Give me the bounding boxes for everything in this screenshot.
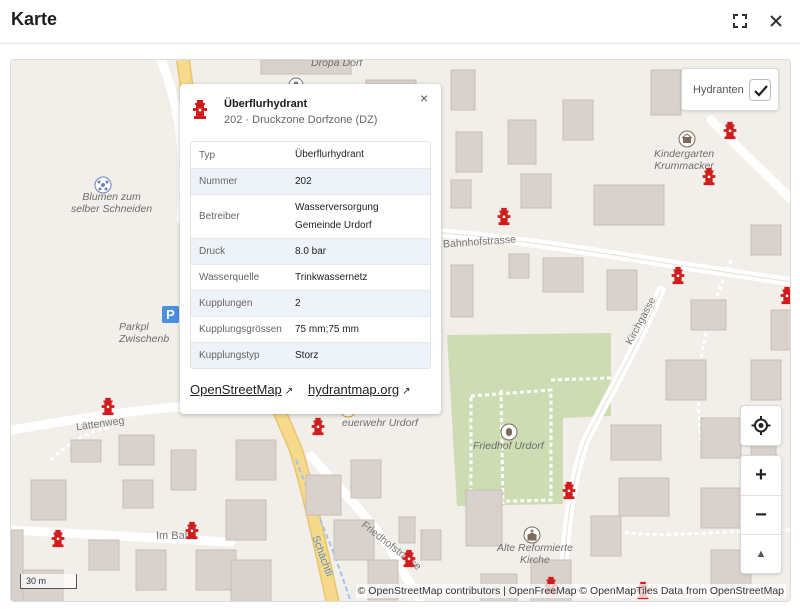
dialog-header: Karte [0,0,800,44]
details-row: Druck 8.0 bar [191,238,430,264]
details-key: Betreiber [199,211,240,222]
details-row: Nummer 202 [191,168,430,194]
dialog-title: Karte [11,9,58,29]
geolocate-control [740,405,782,446]
hydrant-marker[interactable] [671,265,685,285]
label-kirche: Alte Reformierte Kirche [497,542,573,566]
close-icon [770,15,782,27]
hydrant-layer-control: Hydranten [681,68,779,111]
details-value: 202 [295,175,312,187]
details-key: Druck [199,246,226,257]
details-row: Kupplungsgrössen 75 mm;75 mm [191,316,430,342]
osm-link[interactable]: OpenStreetMap ↗ [190,382,293,397]
details-row: Wasserquelle Trinkwassernetz [191,264,430,290]
fullscreen-icon [733,14,747,28]
church-icon [523,526,541,544]
label-friedhof: Friedhof Urdorf [473,440,544,452]
popup-close-button[interactable]: × [420,90,428,106]
hydrant-marker[interactable] [497,206,511,226]
details-key: Kupplungen [199,298,253,309]
osm-link-label: OpenStreetMap [190,382,282,397]
close-button[interactable] [763,8,789,34]
hydrant-popup: × Überflurhydrant 202 · Druckzone Dorfzo… [180,84,441,414]
details-key: Nummer [199,176,238,187]
hydrant-marker[interactable] [311,416,325,436]
flower-shop-icon [94,176,112,194]
map-scale: 30 m [20,574,77,589]
zoom-control: + − ▲ [740,455,782,574]
label-parkplatz: Parkpl Zwischenb [119,321,170,345]
cemetery-icon [500,423,518,441]
label-feuerwehr: euerwehr Urdorf [342,417,418,429]
parking-icon: P [162,306,179,323]
details-value: Wasserversorgung Gemeinde Urdorf [295,201,379,231]
zoom-out-button[interactable]: − [741,495,781,534]
details-row: Typ Überflurhydrant [191,142,430,168]
kindergarten-icon [678,130,696,148]
details-key: Kupplungsgrössen [199,324,282,335]
details-value: 2 [295,297,301,309]
details-value: Storz [295,349,319,361]
hydrant-marker[interactable] [723,120,737,140]
hydrant-marker[interactable] [101,396,115,416]
hydrant-marker[interactable] [402,548,416,568]
details-value: 75 mm;75 mm [295,323,359,335]
hydrant-marker[interactable] [185,520,199,540]
hydrantmap-link-label: hydrantmap.org [308,382,400,397]
details-key: Wasserquelle [199,272,260,283]
details-row: Betreiber Wasserversorgung Gemeinde Urdor… [191,194,430,238]
external-link-icon: ↗ [402,386,411,397]
hydrant-layer-checkbox[interactable] [749,79,771,101]
fullscreen-button[interactable] [727,8,753,34]
hydrant-icon [193,98,207,125]
details-row: Kupplungen 2 [191,290,430,316]
hydrant-details-table: Typ Überflurhydrant Nummer 202 Betreiber Wass… [190,141,431,369]
hydrant-layer-label: Hydranten [693,84,744,96]
geolocate-button[interactable] [741,406,781,445]
zoom-in-button[interactable]: + [741,456,781,495]
hydrant-marker[interactable] [51,528,65,548]
hydrantmap-link[interactable]: hydrantmap.org ↗ [308,382,410,397]
locate-icon [751,416,771,435]
hydrant-marker[interactable] [702,166,716,186]
details-value: 8.0 bar [295,245,327,257]
details-key: Typ [199,149,216,161]
label-blumen: Blumen zum selber Schneiden [71,191,153,215]
details-value: Trinkwassernetz [295,271,368,283]
map-attribution[interactable]: © OpenStreetMap contributors | OpenFreeM… [355,584,786,598]
checkmark-icon [754,85,768,97]
map-canvas[interactable]: Dropa Dorf Blumen zum selber Schneiden P… [10,59,791,602]
details-key: Kupplungstyp [199,350,260,361]
details-row: Kupplungstyp Storz [191,342,430,368]
compass-button[interactable]: ▲ [741,534,781,573]
hydrant-marker[interactable] [562,480,576,500]
label-dropa-dorf: Dropa Dorf [311,59,363,69]
external-link-icon: ↗ [284,386,294,397]
hydrant-marker[interactable] [780,285,790,305]
details-value: Überflurhydrant [295,149,364,160]
popup-title: Überflurhydrant [224,98,308,110]
popup-subtitle: 202 · Druckzone Dorfzone (DZ) [224,114,378,126]
